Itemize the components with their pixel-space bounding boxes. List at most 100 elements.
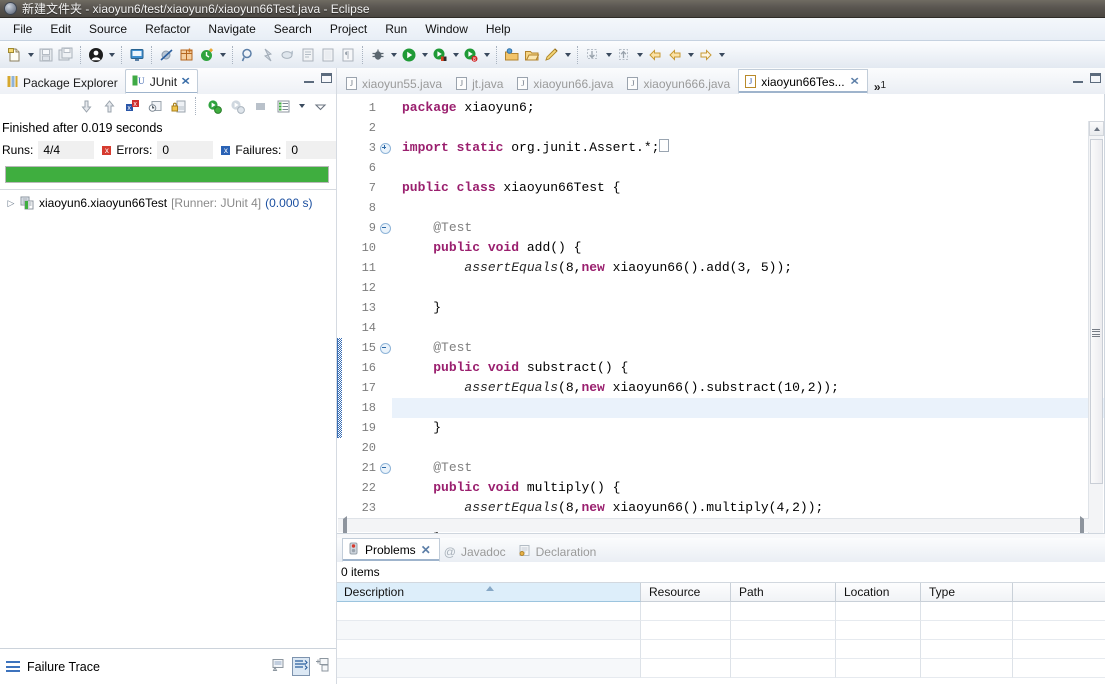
code-line[interactable]: } (392, 418, 1104, 438)
compare-icon[interactable] (272, 658, 287, 675)
code-line[interactable]: assertEquals(8,new xiaoyun66().multiply(… (392, 498, 1104, 518)
menu-file[interactable]: File (4, 20, 41, 38)
whitespace-icon[interactable]: ¶ (338, 45, 358, 65)
menu-search[interactable]: Search (265, 20, 321, 38)
menu-refactor[interactable]: Refactor (136, 20, 199, 38)
code-line[interactable] (392, 398, 1104, 418)
code-line[interactable]: import static org.junit.Assert.*; (392, 138, 1104, 158)
pane-splitter[interactable] (336, 68, 337, 684)
minimize-icon[interactable] (1073, 72, 1083, 83)
close-icon[interactable]: ✕ (849, 76, 859, 88)
column-header-type[interactable]: Type (921, 583, 1013, 602)
fold-toggle-icon[interactable] (378, 218, 392, 238)
scrollbar-thumb[interactable] (1090, 139, 1103, 484)
table-row[interactable] (336, 659, 1105, 678)
folder-icon[interactable] (522, 45, 542, 65)
forward-dropdown-icon[interactable] (716, 45, 727, 65)
run-icon[interactable] (399, 45, 419, 65)
folding-gutter[interactable] (378, 94, 392, 533)
tab-junit[interactable]: U JUnit ✕ (124, 69, 199, 94)
editor-tab-jt[interactable]: J jt.java (450, 73, 511, 94)
new-file-dropdown-icon[interactable] (25, 45, 36, 65)
debug-dropdown-icon[interactable] (388, 45, 399, 65)
view-menu-icon[interactable] (310, 96, 330, 116)
clock-icon[interactable] (145, 96, 165, 116)
stop-icon[interactable] (250, 96, 270, 116)
code-line[interactable]: } (392, 298, 1104, 318)
menu-source[interactable]: Source (80, 20, 136, 38)
forward-arrow-icon[interactable] (696, 45, 716, 65)
run-dropdown-icon[interactable] (419, 45, 430, 65)
code-line[interactable] (392, 118, 1104, 138)
history-icon[interactable] (273, 96, 293, 116)
open-type-icon[interactable] (298, 45, 318, 65)
task-icon[interactable] (278, 45, 298, 65)
editor-tab-overflow[interactable]: » 1 (868, 78, 890, 94)
next-annotation-dropdown-icon[interactable] (603, 45, 614, 65)
code-line[interactable]: assertEquals(8,new xiaoyun66().substract… (392, 378, 1104, 398)
pencil-icon[interactable] (542, 45, 562, 65)
tab-declaration[interactable]: Declaration (514, 541, 605, 562)
menu-window[interactable]: Window (416, 20, 477, 38)
code-line[interactable]: public void multiply() { (392, 478, 1104, 498)
user-icon[interactable] (86, 45, 106, 65)
coverage-icon[interactable]: 8 (461, 45, 481, 65)
code-line[interactable]: assertEquals(8,new xiaoyun66().add(3, 5)… (392, 258, 1104, 278)
fold-toggle-icon[interactable] (378, 138, 392, 158)
column-header-path[interactable]: Path (731, 583, 836, 602)
code-line[interactable] (392, 158, 1104, 178)
tab-problems[interactable]: Problems ✕ (342, 538, 440, 562)
copy-icon[interactable] (315, 658, 330, 675)
console-icon[interactable] (127, 45, 147, 65)
external-tools-icon[interactable] (430, 45, 450, 65)
new-project-dropdown-icon[interactable] (217, 45, 228, 65)
menu-edit[interactable]: Edit (41, 20, 80, 38)
new-project-icon[interactable] (197, 45, 217, 65)
prev-annotation-icon[interactable] (614, 45, 634, 65)
maximize-icon[interactable] (321, 72, 332, 83)
tab-javadoc[interactable]: @ Javadoc (440, 541, 514, 562)
new-package-icon[interactable] (502, 45, 522, 65)
expand-arrow-icon[interactable]: ▷ (6, 198, 16, 209)
code-line[interactable]: public void add() { (392, 238, 1104, 258)
editor-tab-xiaoyun66[interactable]: J xiaoyun66.java (511, 73, 621, 94)
user-dropdown-icon[interactable] (106, 45, 117, 65)
fold-toggle-icon[interactable] (378, 458, 392, 478)
column-header-description[interactable]: Description (336, 583, 641, 602)
maximize-icon[interactable] (1090, 72, 1101, 83)
scroll-up-icon[interactable] (1089, 121, 1104, 136)
menu-run[interactable]: Run (376, 20, 416, 38)
column-header-location[interactable]: Location (836, 583, 921, 602)
code-line[interactable]: @Test (392, 458, 1104, 478)
back-arrow-icon[interactable] (665, 45, 685, 65)
prev-annotation-dropdown-icon[interactable] (634, 45, 645, 65)
new-file-icon[interactable] (5, 45, 25, 65)
back-arrow-icon[interactable] (645, 45, 665, 65)
up-arrow-icon[interactable] (99, 96, 119, 116)
save-icon[interactable] (36, 45, 56, 65)
minimize-icon[interactable] (304, 72, 314, 83)
chevron-down-icon[interactable] (296, 96, 307, 116)
rerun-icon[interactable] (204, 96, 224, 116)
editor-tab-xiaoyun66Test[interactable]: J xiaoyun66Tes... ✕ (738, 69, 868, 94)
debug-icon[interactable] (368, 45, 388, 65)
editor-horizontal-scrollbar[interactable] (338, 515, 1089, 533)
table-row[interactable] (336, 602, 1105, 621)
lock-icon[interactable] (168, 96, 188, 116)
back-dropdown-icon[interactable] (685, 45, 696, 65)
editor-vertical-scrollbar[interactable] (1088, 121, 1104, 533)
code-line[interactable] (392, 278, 1104, 298)
code-line[interactable] (392, 318, 1104, 338)
code-line[interactable]: public void substract() { (392, 358, 1104, 378)
code-editor[interactable]: 1236789101112131415161718192021222324252… (336, 94, 1105, 534)
menu-help[interactable]: Help (477, 20, 520, 38)
code-line[interactable]: @Test (392, 218, 1104, 238)
code-line[interactable] (392, 438, 1104, 458)
build-icon[interactable] (258, 45, 278, 65)
editor-tab-xiaoyun666[interactable]: J xiaoyun666.java (621, 73, 738, 94)
filter-stack-icon[interactable] (292, 657, 310, 676)
table-row[interactable] (336, 621, 1105, 640)
code-text[interactable]: package xiaoyun6; import static org.juni… (392, 94, 1104, 533)
external-tools-dropdown-icon[interactable] (450, 45, 461, 65)
mark-occurrences-icon[interactable] (318, 45, 338, 65)
